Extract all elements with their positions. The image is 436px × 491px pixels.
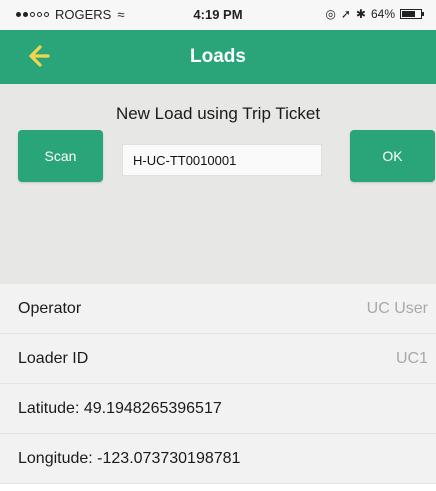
info-list: Operator UC User Loader ID UC1 Latitude:… <box>0 284 436 484</box>
page-title: Loads <box>190 46 246 67</box>
bluetooth-icon: ✱ <box>355 7 366 21</box>
scan-button[interactable]: Scan <box>18 130 103 182</box>
operator-value: UC User <box>366 300 428 317</box>
trip-ticket-input[interactable] <box>122 144 322 176</box>
arrow-icon: ➚ <box>340 7 351 21</box>
panel-heading: New Load using Trip Ticket <box>115 104 321 123</box>
loader-row: Loader ID UC1 <box>0 334 436 384</box>
loader-label: Loader ID <box>18 350 89 367</box>
operator-row: Operator UC User <box>0 284 436 334</box>
battery-percent: 64% <box>370 7 395 21</box>
longitude-text: Longitude: -123.073730198781 <box>18 450 241 467</box>
location-icon: ◎ <box>325 7 336 21</box>
operator-label: Operator <box>18 300 82 317</box>
status-bar: ROGERS ≈ 4:19 PM ◎ ➚ ✱ 64% <box>0 0 436 30</box>
latitude-text: Latitude: 49.1948265396517 <box>18 400 222 417</box>
latitude-row: Latitude: 49.1948265396517 <box>0 384 436 434</box>
ok-button[interactable]: OK <box>350 130 435 182</box>
loader-value: UC1 <box>395 350 428 367</box>
nav-bar: Loads <box>0 30 436 84</box>
scan-panel: New Load using Trip Ticket Scan OK <box>0 84 436 284</box>
battery-icon <box>400 9 424 19</box>
longitude-row: Longitude: -123.073730198781 <box>0 434 436 484</box>
status-right: ◎ ➚ ✱ 64% <box>325 7 424 21</box>
bottom-fill <box>0 484 436 491</box>
